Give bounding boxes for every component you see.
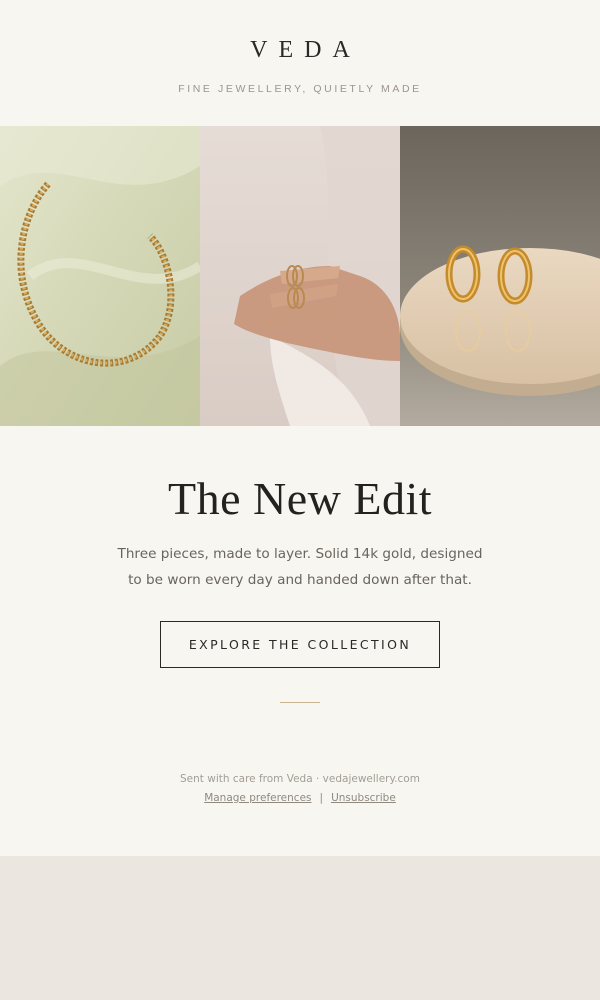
rings-illustration xyxy=(200,126,400,426)
earrings-illustration xyxy=(400,126,600,426)
necklace-illustration xyxy=(0,126,200,426)
earrings-image[interactable] xyxy=(400,126,600,426)
outer-background xyxy=(0,856,600,1000)
footer-links: Manage preferences | Unsubscribe xyxy=(0,792,600,804)
product-gallery xyxy=(0,126,600,426)
brand-logo: VEDA xyxy=(250,37,361,63)
footer-sent-line: Sent with care from Veda · vedajewellery… xyxy=(180,773,420,785)
email-container: VEDA FINE JEWELLERY, QUIETLY MADE The Ne… xyxy=(0,0,600,856)
body-copy-line-2: to be worn every day and handed down aft… xyxy=(128,572,472,588)
brand-tagline: FINE JEWELLERY, QUIETLY MADE xyxy=(178,83,422,95)
body-copy-line-1: Three pieces, made to layer. Solid 14k g… xyxy=(117,546,483,562)
body-copy: Three pieces, made to layer. Solid 14k g… xyxy=(100,541,500,593)
explore-collection-button[interactable]: EXPLORE THE COLLECTION xyxy=(160,621,440,668)
footer-separator: | xyxy=(319,792,324,804)
rings-image[interactable] xyxy=(200,126,400,426)
divider-rule xyxy=(280,702,320,703)
manage-preferences-link[interactable]: Manage preferences xyxy=(204,792,311,804)
headline: The New Edit xyxy=(167,473,433,524)
unsubscribe-link[interactable]: Unsubscribe xyxy=(331,792,396,804)
necklace-image[interactable] xyxy=(0,126,200,426)
